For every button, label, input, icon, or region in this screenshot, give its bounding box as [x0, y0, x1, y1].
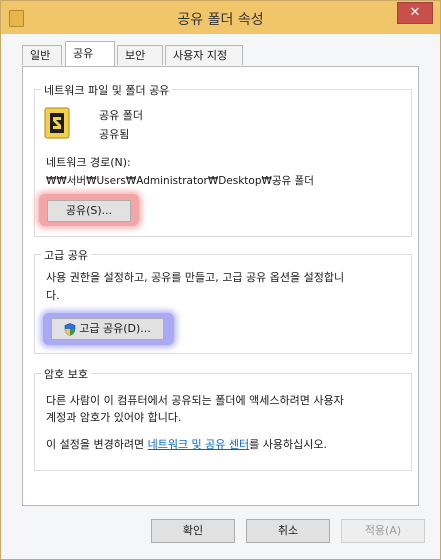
network-path-label: 네트워크 경로(N): — [46, 156, 131, 169]
apply-button[interactable]: 적용(A) — [341, 519, 425, 543]
advanced-share-group-title: 고급 공유 — [41, 247, 91, 263]
cancel-button[interactable]: 취소 — [246, 519, 330, 543]
shared-folder-icon — [44, 107, 70, 139]
properties-window: 공유 폴더 속성 ✕ 일반 공유 보안 사용자 지정 네트워크 파일 및 폴더 … — [0, 0, 441, 560]
advanced-share-description-line1: 사용 권한을 설정하고, 공유를 만들고, 고급 공유 옵션을 설정합니 — [46, 271, 345, 284]
tab-general[interactable]: 일반 — [22, 45, 62, 65]
uac-shield-icon — [64, 322, 76, 336]
network-path-value: ₩₩서버₩Users₩Administrator₩Desktop₩공유 폴더 — [46, 175, 314, 187]
password-protection-line3: 이 설정을 변경하려면 네트워크 및 공유 센터를 사용하십시오. — [46, 436, 327, 452]
share-button[interactable]: 공유(S)... — [47, 200, 131, 222]
title-bar[interactable]: 공유 폴더 속성 ✕ — [1, 1, 440, 34]
tab-bar: 일반 공유 보안 사용자 지정 — [1, 41, 440, 67]
password-protection-line2: 계정과 암호가 있어야 합니다. — [46, 411, 182, 424]
network-share-group-title: 네트워크 파일 및 폴더 공유 — [41, 82, 173, 98]
share-status: 공유됨 — [99, 128, 130, 141]
close-button[interactable]: ✕ — [397, 2, 433, 24]
tab-security[interactable]: 보안 — [117, 45, 163, 65]
password-protection-line1: 다른 사람이 이 컴퓨터에서 공유되는 폴더에 액세스하려면 사용자 — [46, 394, 344, 407]
ok-button[interactable]: 확인 — [151, 519, 235, 543]
network-sharing-center-link[interactable]: 네트워크 및 공유 센터 — [148, 438, 250, 451]
password-protection-line3-prefix: 이 설정을 변경하려면 — [46, 438, 148, 451]
window-title: 공유 폴더 속성 — [177, 12, 264, 28]
advanced-share-description-line2: 다. — [46, 289, 60, 302]
advanced-share-button-label: 고급 공유(D)... — [79, 322, 151, 335]
advanced-share-button[interactable]: 고급 공유(D)... — [51, 318, 164, 340]
tab-customize[interactable]: 사용자 지정 — [165, 45, 243, 65]
password-protection-line3-suffix: 를 사용하십시오. — [249, 438, 327, 451]
tab-sharing[interactable]: 공유 — [65, 41, 115, 67]
shared-folder-name: 공유 폴더 — [99, 109, 143, 122]
password-protection-group-title: 암호 보호 — [41, 366, 91, 382]
